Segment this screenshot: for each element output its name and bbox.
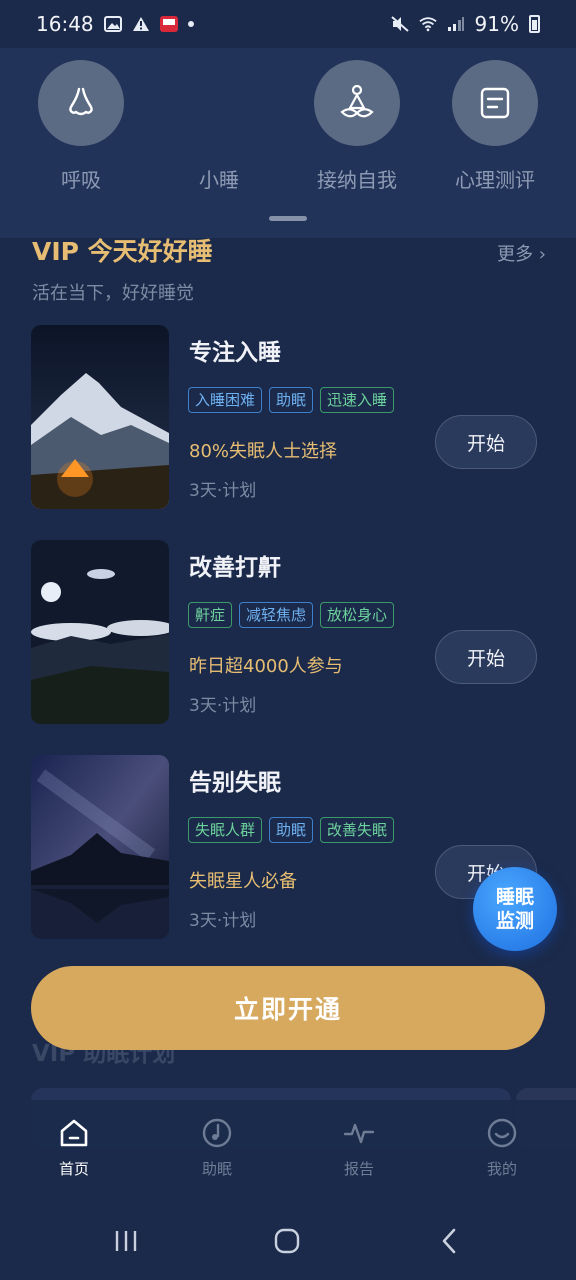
quick-item-label: 小睡 (199, 168, 239, 192)
card-title: 告别失眠 (189, 770, 281, 796)
nap-icon (176, 60, 262, 146)
section-subtitle: 活在当下，好好睡觉 (32, 283, 194, 304)
quick-item-label: 呼吸 (61, 168, 101, 192)
tag-list: 入睡困难 助眠 迅速入睡 (188, 387, 395, 413)
more-link[interactable]: 更多 › (497, 240, 546, 266)
tag: 放松身心 (320, 602, 395, 628)
quick-item-label: 接纳自我 (317, 168, 397, 192)
sleep-monitor-button[interactable]: 睡眠 监测 (473, 867, 557, 951)
tag: 改善失眠 (320, 817, 395, 843)
home-button-icon[interactable] (274, 1228, 300, 1254)
status-time: 16:48 (36, 12, 94, 36)
tag: 减轻焦虑 (239, 602, 314, 628)
mountain-tent-image (31, 325, 169, 509)
card-plan: 3天·计划 (189, 696, 257, 716)
fab-label-line2: 监测 (495, 910, 534, 932)
system-nav-bar (0, 1200, 576, 1280)
smile-icon (485, 1116, 519, 1150)
start-button[interactable]: 开始 (435, 415, 537, 469)
bottom-tab-bar: 首页 助眠 报告 我的 (0, 1100, 576, 1200)
back-icon[interactable] (437, 1228, 463, 1254)
tag: 入睡困难 (188, 387, 263, 413)
drag-handle[interactable] (269, 216, 307, 221)
card-title: 专注入睡 (189, 340, 281, 366)
app-notification-icon (159, 16, 178, 32)
battery-icon (529, 15, 540, 33)
signal-icon (447, 17, 464, 31)
warning-icon (132, 17, 149, 31)
quick-item-breathe[interactable]: 呼吸 (21, 60, 141, 193)
start-button[interactable]: 开始 (435, 630, 537, 684)
quick-item-self-acceptance[interactable]: 接纳自我 (297, 60, 417, 193)
tag: 助眠 (269, 817, 314, 843)
pulse-icon (342, 1116, 376, 1150)
tab-label: 助眠 (201, 1160, 232, 1178)
quick-item-nap[interactable]: 小睡 (159, 60, 279, 193)
tab-me[interactable]: 我的 (462, 1116, 542, 1179)
moon-night-image (31, 540, 169, 724)
more-label: 更多 (497, 244, 534, 265)
status-bar: 16:48 91% (0, 0, 576, 48)
music-note-icon (200, 1116, 234, 1150)
tag: 迅速入睡 (320, 387, 395, 413)
card-plan: 3天·计划 (189, 481, 257, 501)
tab-label: 报告 (343, 1160, 374, 1178)
card-stat: 昨日超4000人参与 (189, 656, 343, 677)
card-stat: 80%失眠人士选择 (189, 441, 338, 462)
battery-percent: 91% (474, 12, 519, 36)
tag-list: 鼾症 减轻焦虑 放松身心 (188, 602, 395, 628)
tag: 助眠 (269, 387, 314, 413)
tag: 失眠人群 (188, 817, 263, 843)
tag: 鼾症 (188, 602, 233, 628)
chevron-right-icon: › (533, 244, 546, 265)
tab-home[interactable]: 首页 (34, 1116, 114, 1179)
fab-label-line1: 睡眠 (495, 886, 534, 908)
tag-list: 失眠人群 助眠 改善失眠 (188, 817, 395, 843)
quick-item-label: 心理测评 (455, 168, 535, 192)
plan-card[interactable]: 改善打鼾 鼾症 减轻焦虑 放松身心 昨日超4000人参与 3天·计划 开始 (31, 540, 551, 726)
recent-apps-icon[interactable] (113, 1228, 139, 1254)
tab-label: 首页 (58, 1160, 89, 1178)
open-vip-button[interactable]: 立即开通 (31, 966, 545, 1050)
starry-mountain-image (31, 755, 169, 939)
card-stat: 失眠星人必备 (189, 871, 297, 892)
card-plan: 3天·计划 (189, 911, 257, 931)
meditation-icon (314, 60, 400, 146)
section-title: VIP 今天好好睡 (32, 237, 213, 266)
home-icon (57, 1116, 91, 1150)
image-icon (103, 16, 122, 32)
dot-icon (187, 21, 194, 27)
tab-sleep-aid[interactable]: 助眠 (177, 1116, 257, 1179)
mute-icon (390, 16, 409, 32)
quick-menu: 呼吸 小睡 接纳自我 心理测评 (0, 48, 576, 238)
tab-label: 我的 (486, 1160, 517, 1178)
quick-item-assessment[interactable]: 心理测评 (435, 60, 555, 193)
wifi-icon (418, 17, 437, 32)
plan-card[interactable]: 专注入睡 入睡困难 助眠 迅速入睡 80%失眠人士选择 3天·计划 开始 (31, 325, 551, 511)
nose-icon (38, 60, 124, 146)
card-title: 改善打鼾 (189, 555, 281, 581)
assessment-icon (452, 60, 538, 146)
tab-report[interactable]: 报告 (319, 1116, 399, 1179)
